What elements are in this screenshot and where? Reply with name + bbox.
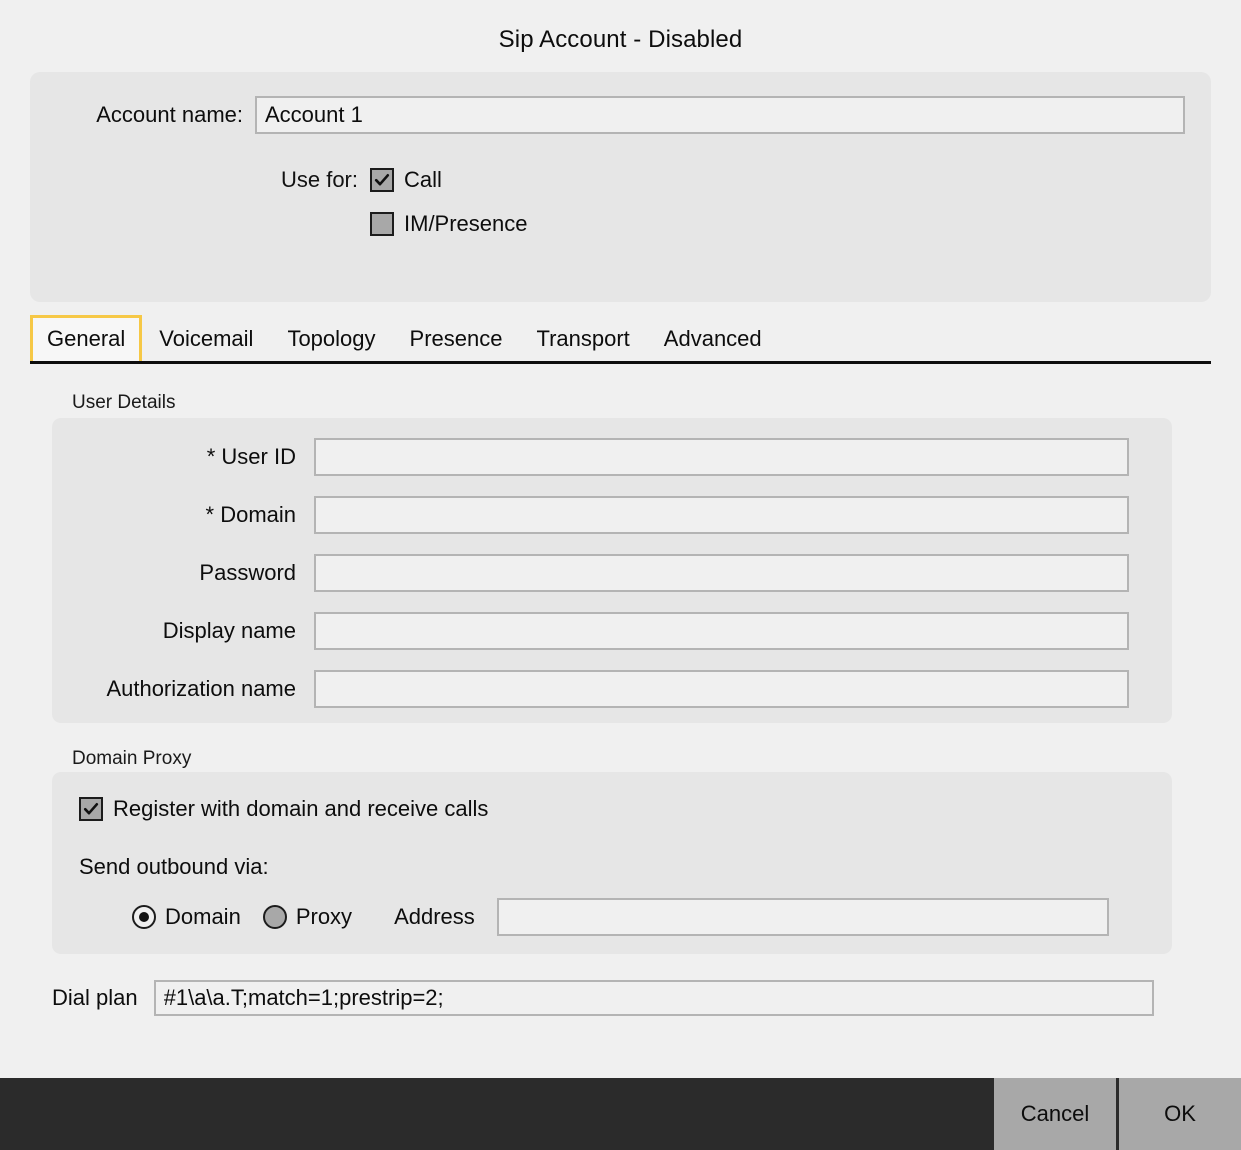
check-icon [82,800,100,818]
authorization-name-label: Authorization name [52,676,314,702]
user-details-group-label: User Details [72,392,175,414]
field-row-domain: * Domain [52,496,1172,534]
user-id-input[interactable] [314,438,1129,476]
display-name-input[interactable] [314,612,1129,650]
password-label: Password [52,560,314,586]
domain-proxy-panel: Register with domain and receive calls S… [52,772,1172,954]
tab-bar: General Voicemail Topology Presence Tran… [0,316,1211,364]
account-name-label: Account name: [30,102,255,128]
send-outbound-radio-group: Domain Proxy Address [132,898,1109,936]
tab-general[interactable]: General [30,315,142,364]
checkbox-register-with-domain[interactable] [79,797,103,821]
radio-domain[interactable] [132,905,156,929]
user-details-panel: * User ID * Domain Password Display name… [52,418,1172,723]
dial-plan-label: Dial plan [52,985,138,1011]
address-input[interactable] [497,898,1109,936]
address-label: Address [394,904,475,930]
field-row-user-id: * User ID [52,438,1172,476]
tab-transport[interactable]: Transport [519,315,646,364]
tab-voicemail[interactable]: Voicemail [142,315,270,364]
account-name-row: Account name: [30,96,1211,134]
radio-proxy-label: Proxy [296,904,352,930]
use-for-call-label: Call [404,167,442,193]
field-row-authorization-name: Authorization name [52,670,1172,708]
dial-plan-input[interactable] [154,980,1154,1016]
tab-underline [30,361,1211,364]
tab-advanced[interactable]: Advanced [647,315,779,364]
checkbox-use-for-im-presence[interactable] [370,212,394,236]
tab-presence[interactable]: Presence [393,315,520,364]
password-input[interactable] [314,554,1129,592]
dial-plan-row: Dial plan [52,980,1154,1016]
ok-button[interactable]: OK [1119,1078,1241,1150]
register-with-domain-label: Register with domain and receive calls [113,796,488,822]
domain-input[interactable] [314,496,1129,534]
use-for-im-row: IM/Presence [30,202,1211,246]
field-row-display-name: Display name [52,612,1172,650]
radio-domain-label: Domain [165,904,241,930]
check-icon [373,171,391,189]
use-for-call-row: Use for: Call [30,158,1211,202]
radio-dot-icon [139,912,149,922]
domain-label: * Domain [52,502,314,528]
cancel-button[interactable]: Cancel [994,1078,1116,1150]
authorization-name-input[interactable] [314,670,1129,708]
field-row-password: Password [52,554,1172,592]
footer-bar: Cancel OK [0,1078,1241,1150]
user-id-label: * User ID [52,444,314,470]
tabs-row: General Voicemail Topology Presence Tran… [30,315,779,364]
account-panel: Account name: Use for: Call IM/Presence [30,72,1211,302]
radio-proxy[interactable] [263,905,287,929]
display-name-label: Display name [52,618,314,644]
page-title: Sip Account - Disabled [0,0,1241,54]
use-for-label: Use for: [30,167,370,193]
use-for-group: Use for: Call IM/Presence [30,158,1211,246]
tab-topology[interactable]: Topology [270,315,392,364]
send-outbound-label: Send outbound via: [79,854,269,880]
account-name-input[interactable] [255,96,1185,134]
domain-proxy-group-label: Domain Proxy [72,748,191,770]
use-for-im-presence-label: IM/Presence [404,211,528,237]
register-row: Register with domain and receive calls [79,796,488,822]
checkbox-use-for-call[interactable] [370,168,394,192]
